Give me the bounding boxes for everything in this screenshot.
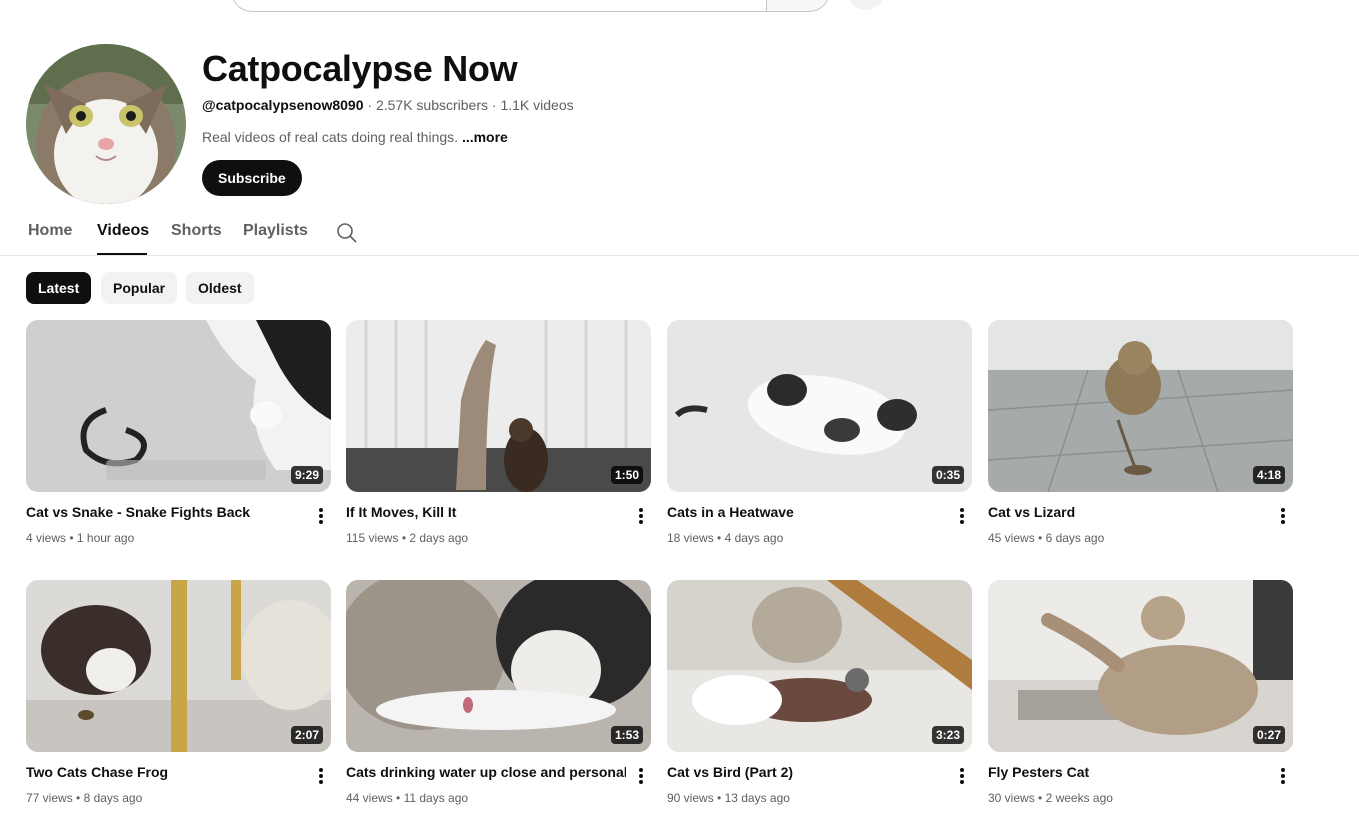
channel-description: Real videos of real cats doing real thin…: [202, 129, 508, 145]
video-thumbnail[interactable]: 9:29: [26, 320, 331, 492]
video-card: 1:53 Cats drinking water up close and pe…: [346, 580, 651, 820]
chip-popular[interactable]: Popular: [101, 272, 178, 304]
video-thumbnail[interactable]: 2:07: [26, 580, 331, 752]
video-title[interactable]: Fly Pesters Cat: [988, 764, 1268, 780]
chip-oldest[interactable]: Oldest: [186, 272, 254, 304]
more-vertical-icon[interactable]: [311, 506, 331, 526]
video-title[interactable]: If It Moves, Kill It: [346, 504, 626, 520]
video-meta: 77 views • 8 days ago: [26, 791, 143, 805]
video-title[interactable]: Cat vs Lizard: [988, 504, 1268, 520]
video-meta: 30 views • 2 weeks ago: [988, 791, 1113, 805]
more-vertical-icon[interactable]: [952, 766, 972, 786]
more-vertical-icon[interactable]: [631, 506, 651, 526]
video-title[interactable]: Cat vs Snake - Snake Fights Back: [26, 504, 306, 520]
subscriber-count: 2.57K subscribers: [375, 97, 489, 113]
video-count: 1.1K videos: [500, 97, 574, 113]
video-thumbnail[interactable]: 0:35: [667, 320, 972, 492]
more-vertical-icon[interactable]: [1273, 766, 1293, 786]
cat-avatar-image: [26, 44, 186, 204]
video-duration: 1:50: [610, 466, 643, 484]
video-card: 1:50 If It Moves, Kill It 115 views • 2 …: [346, 320, 651, 560]
video-card: 4:18 Cat vs Lizard 45 views • 6 days ago: [988, 320, 1293, 560]
video-thumbnail[interactable]: 4:18: [988, 320, 1293, 492]
subscribe-button[interactable]: Subscribe: [202, 160, 302, 196]
video-duration: 3:23: [931, 726, 964, 744]
video-thumbnail[interactable]: 3:23: [667, 580, 972, 752]
search-icon[interactable]: [336, 222, 358, 244]
video-duration: 1:53: [610, 726, 643, 744]
video-meta: 4 views • 1 hour ago: [26, 531, 135, 545]
video-meta: 115 views • 2 days ago: [346, 531, 469, 545]
masthead-search-button[interactable]: [766, 0, 830, 12]
video-card: 2:07 Two Cats Chase Frog 77 views • 8 da…: [26, 580, 331, 820]
masthead: [0, 0, 1359, 14]
chip-latest[interactable]: Latest: [26, 272, 92, 304]
video-duration: 4:18: [1252, 466, 1285, 484]
video-duration: 0:27: [1252, 726, 1285, 744]
video-meta: 44 views • 11 days ago: [346, 791, 469, 805]
video-duration: 9:29: [290, 466, 323, 484]
channel-avatar[interactable]: [26, 44, 186, 204]
masthead-search-input[interactable]: [231, 0, 767, 12]
more-vertical-icon[interactable]: [1273, 506, 1293, 526]
channel-name: Catpocalypse Now: [202, 48, 518, 89]
active-tab-indicator: [97, 253, 147, 255]
more-vertical-icon[interactable]: [952, 506, 972, 526]
video-thumbnail[interactable]: 1:50: [346, 320, 651, 492]
video-meta: 45 views • 6 days ago: [988, 531, 1105, 545]
video-card: 9:29 Cat vs Snake - Snake Fights Back 4 …: [26, 320, 331, 560]
video-card: 3:23 Cat vs Bird (Part 2) 90 views • 13 …: [667, 580, 972, 820]
video-meta: 18 views • 4 days ago: [667, 531, 784, 545]
channel-tabs: Home Videos Shorts Playlists: [0, 210, 1359, 256]
video-title[interactable]: Cat vs Bird (Part 2): [667, 764, 947, 780]
channel-meta: @catpocalypsenow8090 · 2.57K subscribers…: [202, 97, 574, 113]
description-text: Real videos of real cats doing real thin…: [202, 129, 459, 145]
more-link[interactable]: ...more: [462, 129, 508, 145]
video-thumbnail[interactable]: 1:53: [346, 580, 651, 752]
video-meta: 90 views • 13 days ago: [667, 791, 790, 805]
video-card: 0:35 Cats in a Heatwave 18 views • 4 day…: [667, 320, 972, 560]
more-vertical-icon[interactable]: [631, 766, 651, 786]
tab-home[interactable]: Home: [28, 222, 72, 240]
more-vertical-icon[interactable]: [311, 766, 331, 786]
voice-search-button[interactable]: [847, 0, 885, 10]
channel-handle: @catpocalypsenow8090: [202, 97, 364, 113]
tab-shorts[interactable]: Shorts: [171, 222, 222, 240]
video-duration: 2:07: [290, 726, 323, 744]
tab-videos[interactable]: Videos: [97, 222, 149, 240]
video-thumbnail[interactable]: 0:27: [988, 580, 1293, 752]
tab-playlists[interactable]: Playlists: [243, 222, 308, 240]
video-card: 0:27 Fly Pesters Cat 30 views • 2 weeks …: [988, 580, 1293, 820]
video-duration: 0:35: [931, 466, 964, 484]
video-title[interactable]: Cats in a Heatwave: [667, 504, 947, 520]
video-title[interactable]: Two Cats Chase Frog: [26, 764, 306, 780]
video-title[interactable]: Cats drinking water up close and persona…: [346, 764, 626, 780]
